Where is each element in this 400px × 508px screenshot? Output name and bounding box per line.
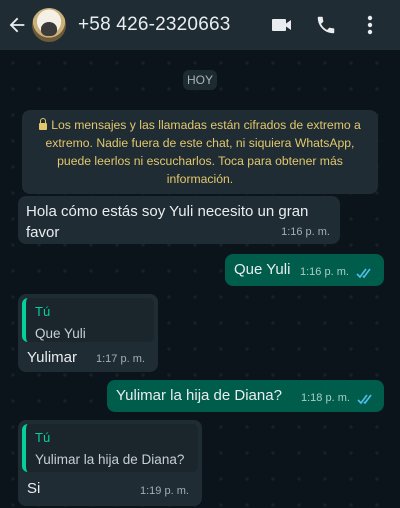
message-bubble-incoming[interactable]: Tú Que Yuli Yulimar 1:17 p. m. [18,294,158,372]
message-time: 1:18 p. m. [301,392,350,404]
read-ticks-icon [356,266,374,283]
encryption-notice[interactable]: Los mensajes y las llamadas están cifrad… [22,110,378,194]
date-chip: HOY [183,70,217,90]
header-actions [260,0,392,50]
quote-text: Que Yuli [35,326,86,341]
quote-text: Yulimar la hija de Diana? [35,452,185,467]
message-text: Yulimar la hija de Diana? [116,387,282,404]
contact-name[interactable]: +58 426-2320663 [78,14,231,36]
message-time: 1:17 p. m. [96,353,145,365]
message-text: Si [27,480,41,497]
quote-author: Tú [35,304,51,319]
more-options-icon[interactable] [348,3,392,47]
message-bubble-outgoing[interactable]: Yulimar la hija de Diana? 1:18 p. m. [107,380,384,412]
message-bubble-incoming[interactable]: Tú Yulimar la hija de Diana? Si 1:19 p. … [18,420,202,506]
message-bubble-outgoing[interactable]: Que Yuli 1:16 p. m. [225,254,384,286]
chat-area[interactable]: HOY Los mensajes y las llamadas están ci… [0,50,400,508]
lock-icon [39,118,48,130]
message-time: 1:19 p. m. [140,485,189,497]
chat-header: +58 426-2320663 [0,0,400,50]
message-text: Yulimar [27,349,78,366]
read-ticks-icon [357,392,375,409]
quoted-message[interactable]: Tú Yulimar la hija de Diana? [22,424,198,472]
phone-icon[interactable] [304,3,348,47]
message-time: 1:16 p. m. [281,226,330,238]
back-arrow-icon[interactable] [4,0,30,50]
message-text: Que Yuli [234,261,291,278]
quoted-message[interactable]: Tú Que Yuli [22,298,154,342]
video-call-icon[interactable] [260,3,304,47]
message-time: 1:16 p. m. [300,266,349,278]
avatar[interactable] [32,8,66,42]
quote-author: Tú [35,430,51,445]
message-bubble-incoming[interactable]: Hola cómo estás soy Yuli necesito un gra… [18,196,340,244]
encryption-notice-text: Los mensajes y las llamadas están cifrad… [45,118,361,186]
